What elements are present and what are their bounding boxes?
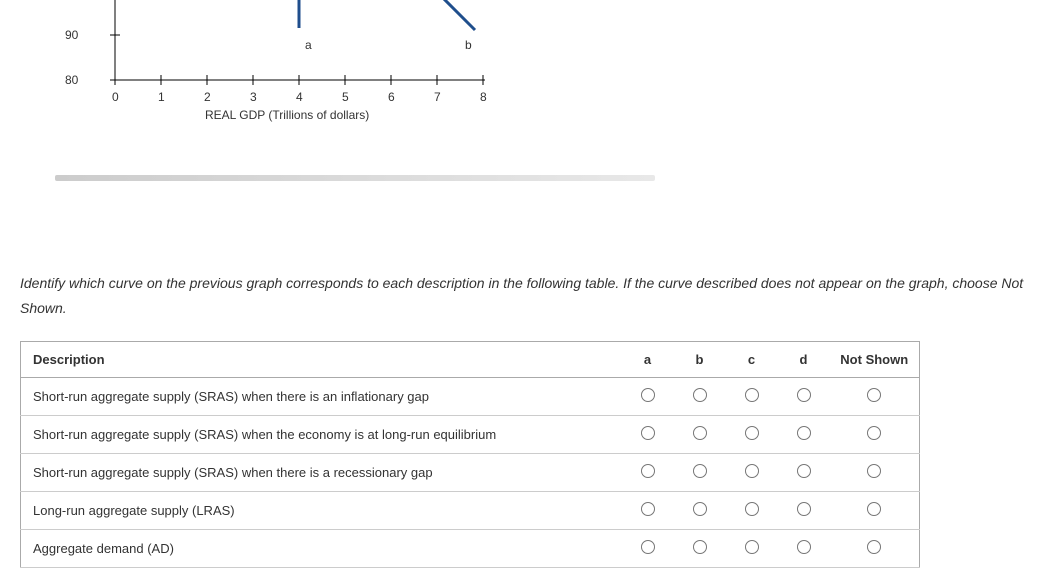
- radio-r4-c[interactable]: [745, 540, 759, 554]
- radio-r3-b[interactable]: [693, 502, 707, 516]
- x-tick-5: 5: [342, 90, 349, 104]
- table-row: Short-run aggregate supply (SRAS) when t…: [21, 454, 920, 492]
- curve-label-a: a: [305, 38, 312, 52]
- curve-label-b: b: [465, 38, 472, 52]
- radio-r3-a[interactable]: [641, 502, 655, 516]
- table-header-row: Description a b c d Not Shown: [21, 342, 920, 378]
- row-desc: Short-run aggregate supply (SRAS) when t…: [21, 378, 622, 416]
- radio-r2-ns[interactable]: [867, 464, 881, 478]
- row-desc: Short-run aggregate supply (SRAS) when t…: [21, 416, 622, 454]
- header-opt-c: c: [726, 342, 778, 378]
- table-row: Aggregate demand (AD): [21, 530, 920, 568]
- x-tick-3: 3: [250, 90, 257, 104]
- x-tick-0: 0: [112, 90, 119, 104]
- radio-r1-ns[interactable]: [867, 426, 881, 440]
- question-table: Description a b c d Not Shown Short-run …: [20, 341, 920, 568]
- radio-r4-b[interactable]: [693, 540, 707, 554]
- radio-r1-d[interactable]: [797, 426, 811, 440]
- header-opt-notshown: Not Shown: [830, 342, 920, 378]
- table-row: Short-run aggregate supply (SRAS) when t…: [21, 378, 920, 416]
- header-opt-a: a: [622, 342, 674, 378]
- radio-r3-c[interactable]: [745, 502, 759, 516]
- radio-r4-ns[interactable]: [867, 540, 881, 554]
- radio-r0-b[interactable]: [693, 388, 707, 402]
- x-tick-4: 4: [296, 90, 303, 104]
- x-tick-7: 7: [434, 90, 441, 104]
- radio-r0-ns[interactable]: [867, 388, 881, 402]
- row-desc: Aggregate demand (AD): [21, 530, 622, 568]
- instructions-text: Identify which curve on the previous gra…: [20, 271, 1029, 321]
- radio-r2-a[interactable]: [641, 464, 655, 478]
- y-tick-80: 80: [65, 73, 78, 87]
- x-tick-2: 2: [204, 90, 211, 104]
- radio-r1-b[interactable]: [693, 426, 707, 440]
- radio-r0-c[interactable]: [745, 388, 759, 402]
- radio-r4-a[interactable]: [641, 540, 655, 554]
- header-opt-d: d: [778, 342, 830, 378]
- x-tick-6: 6: [388, 90, 395, 104]
- row-desc: Short-run aggregate supply (SRAS) when t…: [21, 454, 622, 492]
- radio-r2-d[interactable]: [797, 464, 811, 478]
- table-row: Short-run aggregate supply (SRAS) when t…: [21, 416, 920, 454]
- header-opt-b: b: [674, 342, 726, 378]
- radio-r1-c[interactable]: [745, 426, 759, 440]
- table-row: Long-run aggregate supply (LRAS): [21, 492, 920, 530]
- radio-r3-ns[interactable]: [867, 502, 881, 516]
- radio-r4-d[interactable]: [797, 540, 811, 554]
- y-tick-90: 90: [65, 28, 78, 42]
- radio-r0-a[interactable]: [641, 388, 655, 402]
- x-axis-label: REAL GDP (Trillions of dollars): [205, 108, 369, 122]
- header-description: Description: [21, 342, 622, 378]
- x-tick-8: 8: [480, 90, 487, 104]
- x-tick-1: 1: [158, 90, 165, 104]
- divider: [55, 175, 655, 181]
- radio-r2-b[interactable]: [693, 464, 707, 478]
- radio-r3-d[interactable]: [797, 502, 811, 516]
- row-desc: Long-run aggregate supply (LRAS): [21, 492, 622, 530]
- radio-r1-a[interactable]: [641, 426, 655, 440]
- chart: 90 80 0 1 2 3 4 5 6 7 8 REAL GDP (Trilli…: [55, 0, 525, 160]
- radio-r0-d[interactable]: [797, 388, 811, 402]
- radio-r2-c[interactable]: [745, 464, 759, 478]
